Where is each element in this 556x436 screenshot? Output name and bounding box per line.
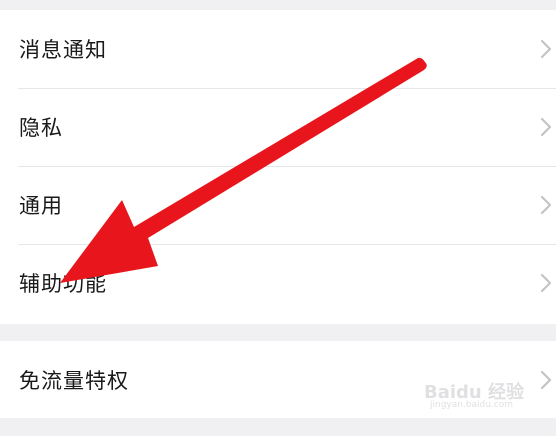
settings-row-privacy[interactable]: 隐私 — [0, 88, 556, 166]
row-label: 免流量特权 — [19, 368, 129, 393]
watermark: Baidu 经验 jingyan.baidu.com — [424, 378, 544, 418]
row-label: 通用 — [19, 194, 63, 218]
row-label: 隐私 — [19, 116, 63, 140]
settings-row-notifications[interactable]: 消息通知 — [0, 10, 556, 88]
row-label: 消息通知 — [19, 38, 107, 62]
chevron-right-icon — [540, 195, 552, 215]
watermark-url: jingyan.baidu.com — [430, 400, 514, 410]
chevron-right-icon — [540, 273, 552, 293]
settings-row-general[interactable]: 通用 — [0, 166, 556, 244]
settings-row-accessibility[interactable]: 辅助功能 — [0, 244, 556, 322]
settings-group-main: 消息通知 隐私 通用 辅助功能 — [0, 10, 556, 324]
chevron-right-icon — [540, 39, 552, 59]
chevron-right-icon — [540, 117, 552, 137]
row-label: 辅助功能 — [19, 272, 107, 296]
